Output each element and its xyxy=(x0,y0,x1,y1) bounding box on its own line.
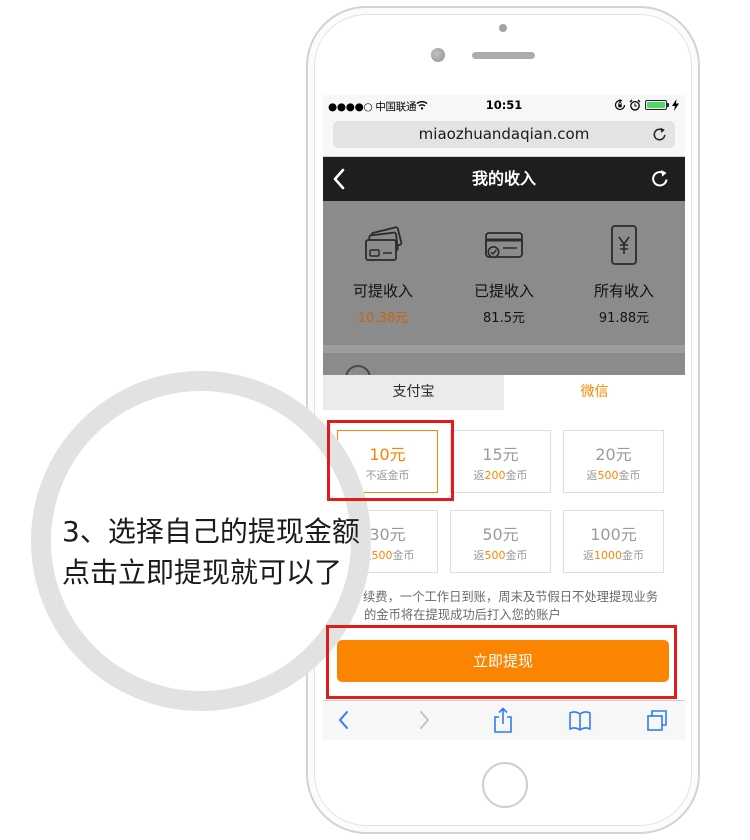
browser-chrome: ●●●●○ 中国联通 10:51 miaozhuandaqian.com xyxy=(323,95,685,157)
battery-icon xyxy=(645,100,669,110)
amount-value: 15元 xyxy=(482,445,519,464)
card-check-icon xyxy=(485,232,523,258)
refresh-icon[interactable] xyxy=(650,169,670,189)
coin-bonus-suffix: 金币 xyxy=(505,549,528,562)
amount-option-100[interactable]: 100元 返1000金币 xyxy=(563,510,664,573)
income-column-withdrawn: 已提收入 81.5元 xyxy=(444,201,564,341)
amount-option-20[interactable]: 20元 返500金币 xyxy=(563,430,664,493)
coin-bonus-suffix: 金币 xyxy=(618,469,641,482)
card-stack-icon xyxy=(365,226,403,261)
reload-icon[interactable] xyxy=(652,127,667,142)
orientation-lock-icon xyxy=(614,99,626,111)
url-bar[interactable]: miaozhuandaqian.com xyxy=(333,121,675,148)
share-icon[interactable] xyxy=(491,707,515,733)
battery-level xyxy=(647,102,665,108)
amount-option-50[interactable]: 50元 返500金币 xyxy=(450,510,551,573)
coin-bonus-amount: 1000 xyxy=(594,549,622,562)
income-summary: 可提收入 10.38元 已提收入 81.5元 所有收入 91.88元 xyxy=(323,201,685,375)
income-value: 81.5元 xyxy=(483,311,525,326)
amount-value: 20元 xyxy=(595,445,632,464)
highlight-box-submit xyxy=(326,625,677,699)
safari-toolbar xyxy=(323,700,685,740)
coin-bonus: 返1000金币 xyxy=(564,548,663,563)
app-header: 我的收入 xyxy=(323,157,685,201)
forward-icon[interactable] xyxy=(412,707,436,733)
callout-text: 3、选择自己的提现金额 点击立即提现就可以了 xyxy=(62,511,360,593)
amount-value: 50元 xyxy=(482,525,519,544)
coin-bonus-suffix: 金币 xyxy=(622,549,644,562)
amount-value: 100元 xyxy=(590,525,637,544)
coin-bonus-prefix: 返 xyxy=(583,549,594,562)
clock-icon xyxy=(345,365,371,375)
tab-alipay[interactable]: 支付宝 xyxy=(323,375,504,410)
coin-bonus-amount: 500 xyxy=(371,549,393,562)
tabs-icon[interactable] xyxy=(645,707,669,733)
coin-bonus-amount: 200 xyxy=(484,469,506,482)
phone-yuan-icon xyxy=(611,225,637,265)
callout-line: 3、选择自己的提现金额 xyxy=(62,515,360,548)
coin-bonus: 返200金币 xyxy=(451,468,550,483)
income-column-withdrawable: 可提收入 10.38元 xyxy=(323,201,443,341)
coin-bonus: 返500金币 xyxy=(564,468,663,483)
coin-bonus-prefix: 返 xyxy=(473,549,485,562)
tab-wechat[interactable]: 微信 xyxy=(504,375,685,410)
earpiece-speaker xyxy=(472,52,535,59)
coin-bonus-prefix: 返 xyxy=(473,469,485,482)
coin-bonus-prefix: 返 xyxy=(586,469,598,482)
battery-nub xyxy=(667,103,669,107)
front-camera xyxy=(431,48,445,62)
highlight-box-amount xyxy=(327,420,454,501)
url-text: miaozhuandaqian.com xyxy=(418,125,590,143)
income-label: 已提收入 xyxy=(473,282,534,300)
coin-bonus-suffix: 金币 xyxy=(505,469,528,482)
status-bar: ●●●●○ 中国联通 10:51 xyxy=(323,95,685,117)
income-value: 91.88元 xyxy=(598,311,650,326)
home-button xyxy=(482,762,528,808)
income-column-total: 所有收入 91.88元 xyxy=(564,201,684,341)
amount-option-15[interactable]: 15元 返200金币 xyxy=(450,430,551,493)
back-icon[interactable] xyxy=(332,707,356,733)
section-divider xyxy=(323,345,685,353)
income-label: 可提收入 xyxy=(352,282,413,300)
coin-bonus-amount: 500 xyxy=(484,549,506,562)
withdraw-note-line: 续费，一个工作日到账，周末及节假日不处理提现业务 xyxy=(363,590,659,604)
charging-icon xyxy=(672,99,679,111)
callout-line: 点击立即提现就可以了 xyxy=(62,556,343,589)
withdraw-note-line: 的金币将在提现成功后打入您的账户 xyxy=(364,608,561,622)
coin-bonus: 返500金币 xyxy=(451,548,550,563)
front-sensor xyxy=(499,24,507,32)
bookmarks-icon[interactable] xyxy=(568,707,592,733)
coin-bonus-suffix: 金币 xyxy=(392,549,415,562)
income-value: 10.38元 xyxy=(357,311,409,326)
income-label: 所有收入 xyxy=(593,282,654,300)
stage: ●●●●○ 中国联通 10:51 miaozhuandaqian.com 我的收… xyxy=(0,0,750,840)
page-title: 我的收入 xyxy=(471,169,536,188)
coin-bonus-amount: 500 xyxy=(597,469,619,482)
alarm-icon xyxy=(629,99,641,111)
